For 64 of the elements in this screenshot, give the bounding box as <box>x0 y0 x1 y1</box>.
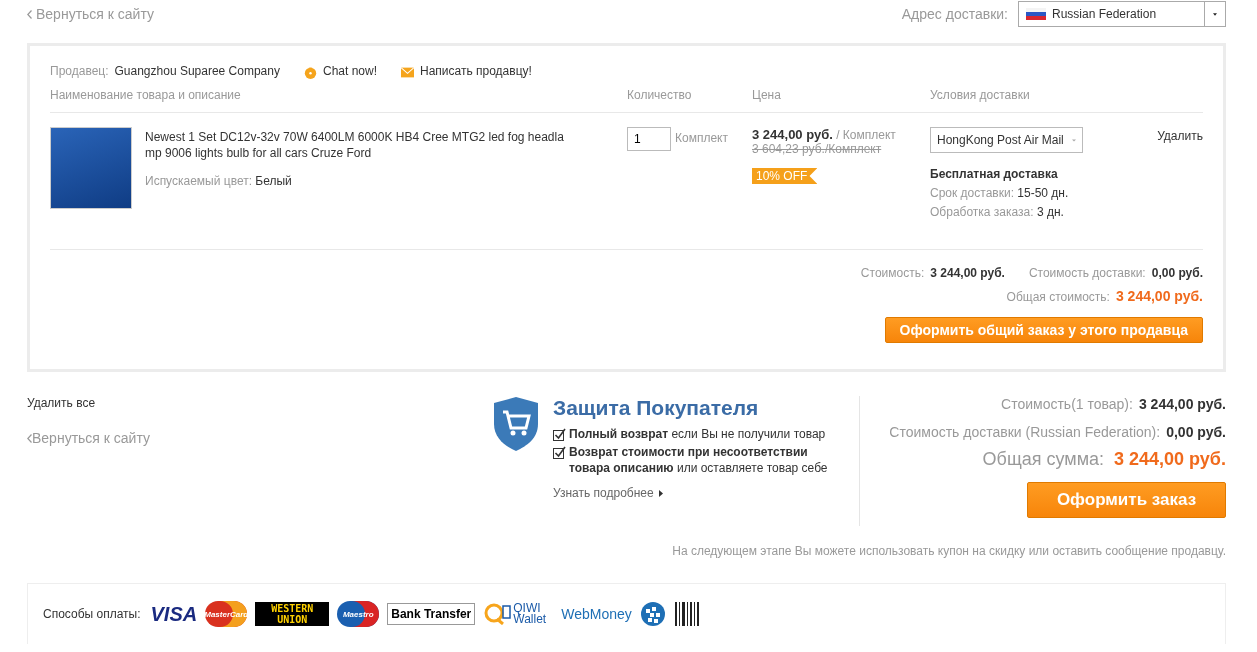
cost-label: Стоимость: <box>860 266 925 280</box>
protection-point: Возврат стоимости при несоответствии товара описанию или оставляете товар себе <box>569 444 829 476</box>
column-header: Наименование товара и описание <box>50 88 242 102</box>
chat-link[interactable]: Chat now! <box>322 64 377 78</box>
free-shipping-label: Бесплатная доставка <box>930 167 1059 181</box>
shipping-select[interactable]: HongKong Post Air Mail <box>930 127 1083 153</box>
flag-icon <box>1026 8 1046 20</box>
payment-logo: QIWI Wallet <box>513 603 548 625</box>
wallet-logo-icon <box>483 603 512 625</box>
summary-value: 3 244,00 руб. <box>1138 396 1226 412</box>
seller-name[interactable]: Guangzhou Suparee Company <box>114 64 280 78</box>
column-header: Условия доставки <box>930 88 1031 102</box>
processing-value: 3 дн. <box>1036 205 1064 219</box>
learn-more-link[interactable]: Узнать подробнее <box>553 486 663 500</box>
color-label: Испускаемый цвет: <box>145 174 252 188</box>
payment-logo: WESTERN UNION <box>255 602 330 626</box>
grand-total-value: 3 244,00 руб. <box>1114 449 1226 470</box>
product-title[interactable]: Newest 1 Set DC12v-32v 70W 6400LM 6000K HB4 Cree MTG2 led fog headla mp 9006 lights bulb for all cars Cruze Ford <box>145 129 570 161</box>
unit-price: 3 244,00 руб. <box>752 127 833 142</box>
globe-logo-icon <box>639 601 666 627</box>
seller-label: Продавец: <box>50 64 109 78</box>
caret-right-icon <box>658 489 663 497</box>
checkout-note: На следующем этапе Вы можете использовать купон на скидку или оставить сообщение продавцу. <box>671 544 1226 558</box>
cost-value: 3 244,00 руб. <box>930 266 1005 280</box>
chat-icon <box>303 65 317 79</box>
grand-total-label: Общая сумма: <box>982 449 1105 470</box>
shipping-cost-label: Стоимость доставки: <box>1028 266 1146 280</box>
column-header: Цена <box>752 88 782 102</box>
column-header: Количество <box>627 88 693 102</box>
payment-logo: WebMoney <box>561 606 632 622</box>
old-price: 3 604,23 руб./Комплект <box>752 142 882 156</box>
protection-point: Полный возврат если Вы не получили товар <box>569 426 826 442</box>
total-value: 3 244,00 руб. <box>1115 288 1203 304</box>
delivery-value: 15-50 дн. <box>1017 186 1069 200</box>
payment-logo: Bank Transfer <box>387 603 476 625</box>
summary-label: Стоимость(1 товар): <box>1001 396 1133 412</box>
country-select[interactable]: Russian Federation <box>1018 1 1226 27</box>
color-value: Белый <box>255 174 292 188</box>
shipping-cost-value: 0,00 руб. <box>1151 266 1203 280</box>
checkbox-icon <box>553 428 566 441</box>
total-label: Общая стоимость: <box>1006 290 1110 304</box>
protection-title: Защита Покупателя <box>553 396 760 420</box>
delete-link[interactable]: Удалить <box>1157 129 1203 219</box>
delete-all-link[interactable]: Удалить все <box>27 396 493 410</box>
delivery-label: Срок доставки: <box>930 186 1014 200</box>
message-seller-link[interactable]: Написать продавцу! <box>420 64 532 78</box>
processing-label: Обработка заказа: <box>930 205 1034 219</box>
barcode-icon <box>673 601 700 627</box>
discount-badge: 10% OFF <box>752 168 818 184</box>
dropdown-arrow-icon <box>1213 10 1217 18</box>
shield-cart-icon <box>493 396 539 452</box>
payment-methods-label: Способы оплаты: <box>43 607 141 621</box>
envelope-icon <box>401 65 414 79</box>
checkbox-icon <box>553 446 566 459</box>
summary-label: Стоимость доставки (Russian Federation): <box>889 424 1161 440</box>
unit-label: Комплект <box>675 131 728 145</box>
summary-value: 0,00 руб. <box>1166 424 1226 440</box>
payment-logo: VISA <box>150 602 198 626</box>
product-image[interactable] <box>50 127 132 209</box>
price-unit: / Комплект <box>836 128 896 142</box>
quantity-field[interactable]: 1 <box>627 127 671 151</box>
chevron-left-icon <box>27 9 32 19</box>
address-label: Адрес доставки: <box>901 6 1008 22</box>
chevron-left-icon <box>27 434 32 443</box>
